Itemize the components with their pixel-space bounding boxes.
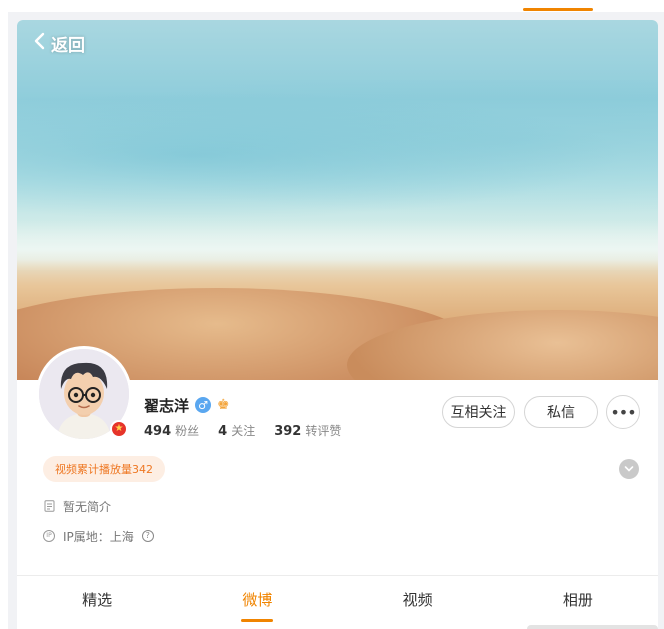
tab-label: 视频 [402,590,433,609]
tab-label: 精选 [82,590,113,609]
tab-label: 微博 [242,590,273,609]
document-icon [43,500,55,512]
profile-tabs: 精选 微博 视频 相册 [17,576,658,622]
question-icon[interactable]: ? [141,530,154,542]
tab-videos[interactable]: 视频 [338,576,498,622]
ip-icon: IP [43,530,55,542]
top-nav-active-indicator [523,8,593,11]
following-label[interactable]: 关注 [231,422,255,439]
followers-count[interactable]: 494 [144,424,171,439]
mutual-follow-button[interactable]: 互相关注 [442,396,515,428]
next-card-edge [527,625,658,629]
chevron-left-icon [33,32,47,55]
ip-location-row: IP IP属地：上海 ? [43,527,154,545]
interactions-label: 转评赞 [305,424,342,438]
bio-row: 暂无简介 [43,497,111,515]
profile-card: 返回 ★ 翟志洋 ♂ ♚ 494 粉丝 4 关注 392 转评赞 互相关注 私信… [17,20,658,629]
active-tab-indicator [241,619,274,622]
more-button[interactable]: ••• [606,395,640,429]
back-label: 返回 [51,35,85,56]
tab-label: 相册 [562,590,593,609]
user-name: 翟志洋 [144,396,190,415]
tab-featured[interactable]: 精选 [17,576,177,622]
bio-text: 暂无简介 [63,499,112,514]
followers-label[interactable]: 粉丝 [175,422,199,439]
cover-photo [17,20,658,380]
left-sidebar-edge [0,12,8,629]
tab-albums[interactable]: 相册 [498,576,658,622]
following-count[interactable]: 4 [218,424,227,439]
name-row: 翟志洋 ♂ ♚ [144,394,230,416]
play-count-badge: 视频累计播放量342 [43,456,165,482]
message-button[interactable]: 私信 [524,396,598,428]
crown-icon: ♚ [217,397,230,413]
male-icon: ♂ [195,397,212,413]
back-button[interactable]: 返回 [33,30,85,56]
chevron-down-icon[interactable] [619,459,639,479]
stats-row: 494 粉丝 4 关注 392 转评赞 [144,422,360,442]
ip-location-text: IP属地：上海 [63,529,134,544]
tab-weibo[interactable]: 微博 [177,576,337,622]
verify-badge-icon: ★ [110,420,128,438]
interactions-count: 392 [274,424,302,439]
